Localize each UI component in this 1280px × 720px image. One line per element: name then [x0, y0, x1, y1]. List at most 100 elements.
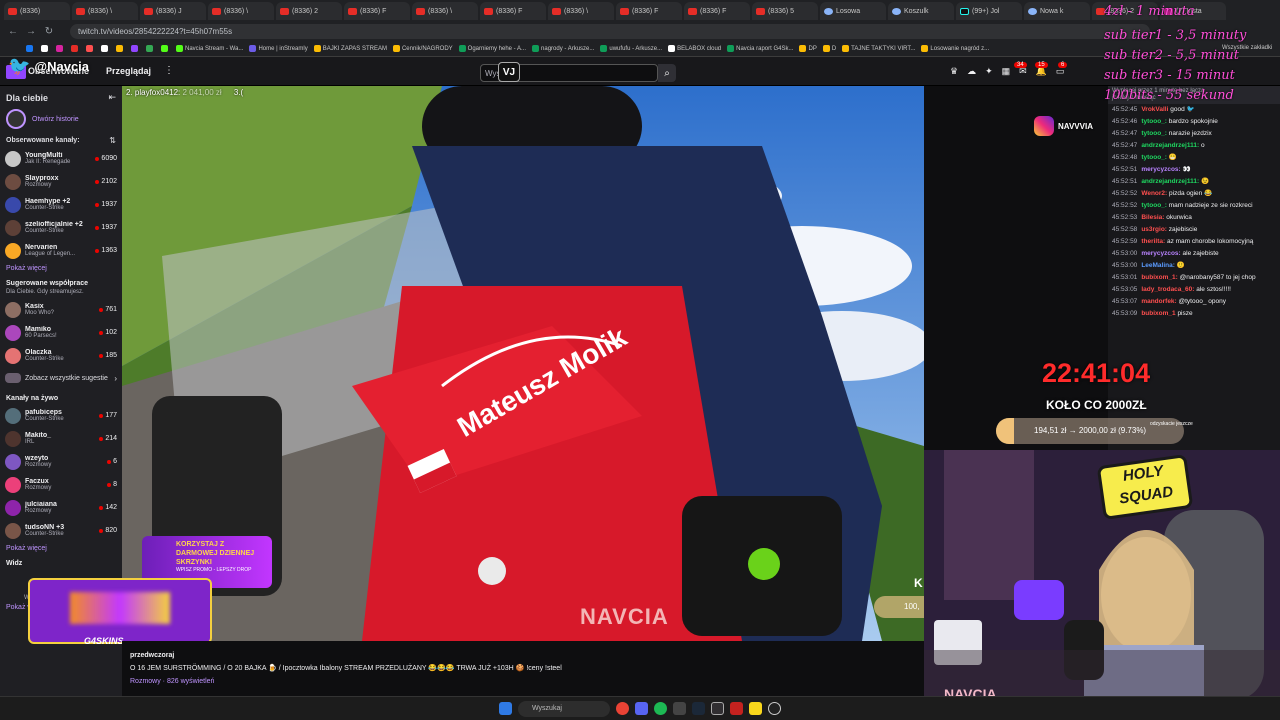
- browser-tab[interactable]: Nowa k: [1024, 2, 1090, 20]
- discord-icon[interactable]: [635, 702, 648, 715]
- bookmark-item[interactable]: [56, 45, 65, 52]
- taskbar-search[interactable]: Wyszukaj: [518, 700, 610, 717]
- bookmark-item[interactable]: Ogarniemy hehe - A...: [458, 45, 526, 52]
- media-icon[interactable]: [768, 702, 781, 715]
- tools-icon[interactable]: ✦: [985, 66, 993, 77]
- browser-tab[interactable]: (8336) \: [72, 2, 138, 20]
- search-icon[interactable]: ⌕: [658, 64, 676, 82]
- video-meta[interactable]: Rozmowy · 826 wyświetleń: [122, 675, 924, 688]
- bookmark-item[interactable]: [101, 45, 110, 52]
- cloud-icon[interactable]: ☁: [967, 66, 976, 77]
- channel-row[interactable]: Faczux Rozmowy 8: [0, 473, 122, 496]
- explorer-icon[interactable]: [749, 702, 762, 715]
- chat-user[interactable]: tytooo_:: [1141, 130, 1167, 137]
- chat-user[interactable]: bubixom_1: [1141, 310, 1175, 317]
- channel-row[interactable]: Haemhype +2 Counter-Strike 1937: [0, 193, 122, 216]
- chat-user[interactable]: VrokValli: [1141, 106, 1168, 113]
- chat-user[interactable]: us3rgio:: [1141, 226, 1167, 233]
- forward-icon[interactable]: →: [26, 26, 36, 37]
- bookmark-item[interactable]: Losowanie nagród z...: [921, 45, 989, 52]
- chat-user[interactable]: andrzejandrzej111:: [1141, 178, 1199, 185]
- bookmark-item[interactable]: uwufufu - Arkusze...: [600, 45, 662, 52]
- channel-row[interactable]: szeliofficjalnie +2 Counter-Strike 1937: [0, 216, 122, 239]
- browser-tab[interactable]: (8336) J: [140, 2, 206, 20]
- see-all-suggestions[interactable]: Zobacz wszystkie sugestie ›: [0, 367, 122, 389]
- channel-row[interactable]: wzeyto Rozmowy 6: [0, 450, 122, 473]
- browser-tab[interactable]: (8336) \: [208, 2, 274, 20]
- browser-tab[interactable]: (99+) Jol: [956, 2, 1022, 20]
- bookmark-item[interactable]: Home | inStreamly: [249, 45, 308, 52]
- chat-user[interactable]: lady_trodaca_60:: [1141, 286, 1194, 293]
- crown-icon[interactable]: ♛: [950, 66, 958, 77]
- browser-tab[interactable]: Koszulk: [888, 2, 954, 20]
- chat-user[interactable]: merycyzcos:: [1141, 250, 1180, 257]
- youtube-icon[interactable]: [730, 702, 743, 715]
- steam-icon[interactable]: [692, 702, 705, 715]
- capcut-icon[interactable]: [673, 702, 686, 715]
- chat-user[interactable]: andrzejandrzej111:: [1141, 142, 1199, 149]
- bookmark-item[interactable]: D: [822, 45, 836, 52]
- bookmark-item[interactable]: nagrody - Arkusze...: [532, 45, 594, 52]
- channel-row[interactable]: Slayproxx Rozmowy 2102: [0, 170, 122, 193]
- chat-user[interactable]: LeeMalina:: [1141, 262, 1175, 269]
- bookmark-item[interactable]: [86, 45, 95, 52]
- url-field[interactable]: twitch.tv/videos/2854222224?t=45h07m55s: [70, 24, 1150, 39]
- sort-icon[interactable]: ⇅: [109, 136, 116, 145]
- show-more-followed[interactable]: Pokaż więcej: [0, 262, 122, 278]
- chat-user[interactable]: Wenor2:: [1141, 190, 1167, 197]
- channel-row[interactable]: Nervarien League of Legen... 1363: [0, 239, 122, 262]
- channel-row[interactable]: julciaiana Rozmowy 142: [0, 496, 122, 519]
- chat-user[interactable]: tytooo_:: [1141, 154, 1167, 161]
- channel-row[interactable]: Mamiko 60 Parsecs! 102: [0, 321, 122, 344]
- open-stories-row[interactable]: Otwórz historie: [0, 105, 122, 133]
- chat-user[interactable]: bubixom_1:: [1141, 274, 1177, 281]
- chat-user[interactable]: tytooo_:: [1141, 118, 1167, 125]
- channel-row[interactable]: tudsoNN +3 Counter-Strike 820: [0, 519, 122, 542]
- bookmark-item[interactable]: [116, 45, 125, 52]
- chat-user[interactable]: mandorfek:: [1141, 298, 1176, 305]
- bookmark-item[interactable]: Navcia raport G4Sk...: [727, 45, 793, 52]
- chat-user[interactable]: merycyzcos:: [1141, 166, 1180, 173]
- bookmark-item[interactable]: [26, 45, 35, 52]
- open-stories-link[interactable]: Otwórz historie: [32, 116, 79, 123]
- chat-user[interactable]: therilta:: [1141, 238, 1165, 245]
- browser-tab[interactable]: (8336) \: [548, 2, 614, 20]
- spotify-icon[interactable]: [654, 702, 667, 715]
- bookmark-item[interactable]: Navcia Stream - Wa...: [176, 45, 243, 52]
- collapse-sidebar-icon[interactable]: ⇤: [108, 92, 116, 103]
- browser-tab[interactable]: (8336) 2: [276, 2, 342, 20]
- reload-icon[interactable]: ↻: [44, 26, 54, 37]
- browser-tab[interactable]: Losowa: [820, 2, 886, 20]
- windows-start-icon[interactable]: [499, 702, 512, 715]
- bookmark-item[interactable]: [71, 45, 80, 52]
- browser-tab[interactable]: (8336) F: [480, 2, 546, 20]
- browse-link[interactable]: Przeglądaj: [106, 66, 151, 76]
- bookmark-item[interactable]: BAJKI ZAPAS STREAM: [313, 45, 387, 52]
- bookmark-item[interactable]: [161, 45, 170, 52]
- bookmark-item[interactable]: [146, 45, 155, 52]
- grid-icon[interactable]: ▦: [1002, 66, 1011, 77]
- chrome-icon[interactable]: [616, 702, 629, 715]
- channel-row[interactable]: Makito_ IRL 214: [0, 427, 122, 450]
- browser-tab[interactable]: (8336) F: [616, 2, 682, 20]
- show-more-live[interactable]: Pokaż więcej: [0, 542, 122, 558]
- obs-icon[interactable]: [711, 702, 724, 715]
- chat-user[interactable]: Bilesia:: [1141, 214, 1164, 221]
- channel-row[interactable]: YoungMulti Jak II: Renegade 6090: [0, 147, 122, 170]
- browser-tab[interactable]: (8336) F: [344, 2, 410, 20]
- channel-row[interactable]: pafubiceps Counter-Strike 177: [0, 404, 122, 427]
- channel-row[interactable]: Kasix Moo Who? 761: [0, 298, 122, 321]
- browser-tab[interactable]: (8336) 5: [752, 2, 818, 20]
- bookmark-item[interactable]: [41, 45, 50, 52]
- back-icon[interactable]: ←: [8, 26, 18, 37]
- bookmark-item[interactable]: [131, 45, 140, 52]
- video-player[interactable]: 2. playfox0412: 2 041,00 zł 3.( Mateusz …: [122, 86, 924, 641]
- bookmark-item[interactable]: TAJNE TAKTYKI VIRT...: [842, 45, 915, 52]
- browser-tab[interactable]: (8336): [4, 2, 70, 20]
- channel-row[interactable]: Olaczka Counter-Strike 185: [0, 344, 122, 367]
- browser-tab[interactable]: (8336) F: [684, 2, 750, 20]
- bookmark-item[interactable]: BELABOX cloud: [668, 45, 721, 52]
- more-menu-icon[interactable]: ⋮: [164, 65, 174, 76]
- chat-user[interactable]: tytooo_:: [1141, 202, 1167, 209]
- bookmark-item[interactable]: DP: [799, 45, 817, 52]
